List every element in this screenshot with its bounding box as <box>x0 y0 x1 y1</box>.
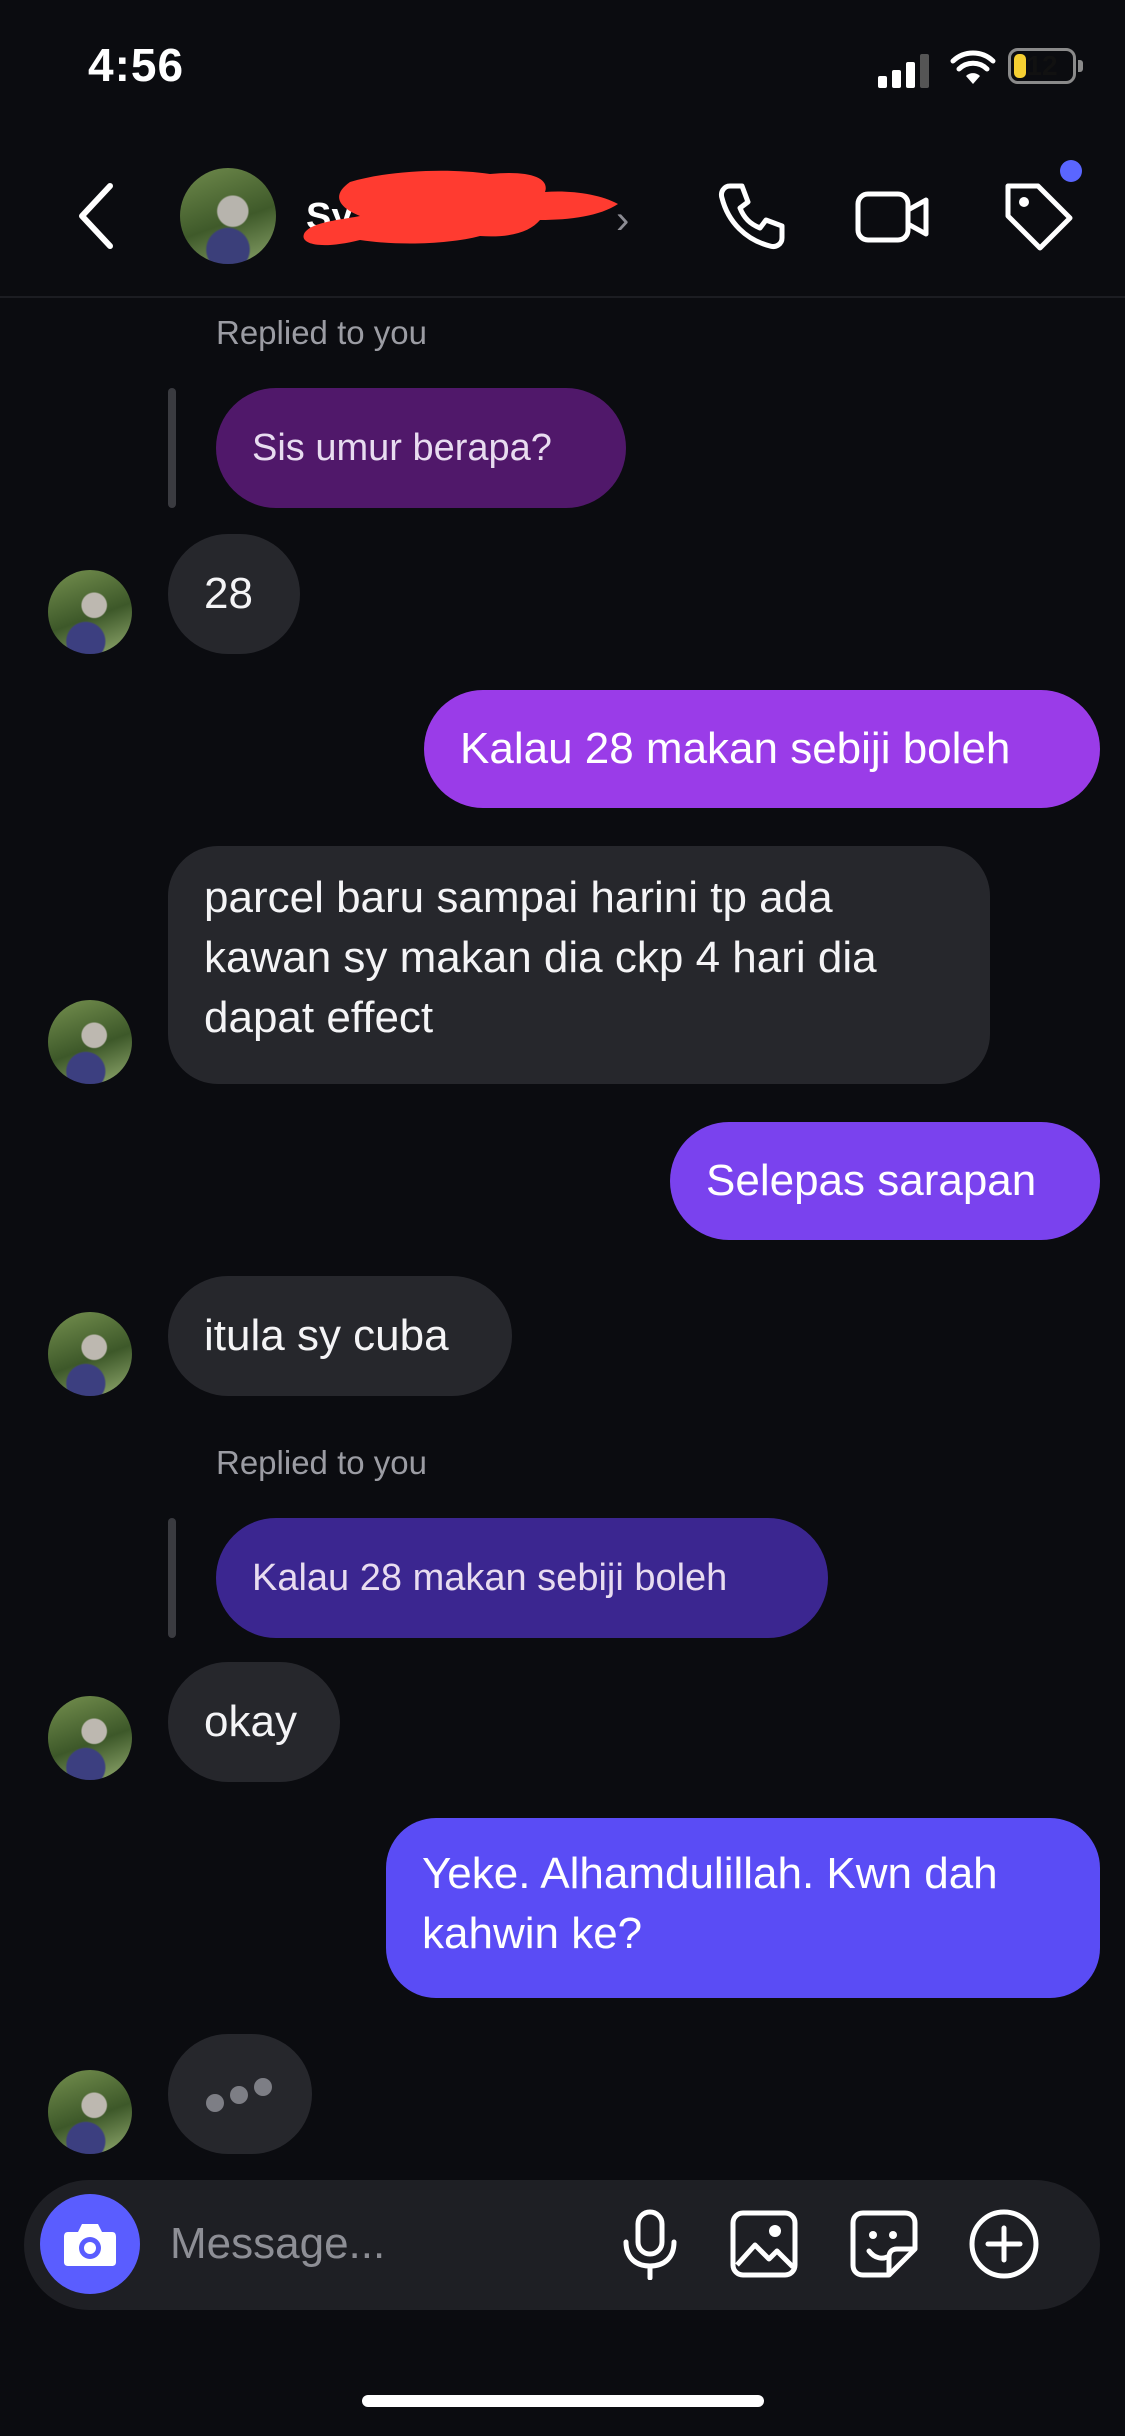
reply-bar <box>168 388 176 508</box>
contact-avatar[interactable] <box>180 168 276 264</box>
battery-icon: 12 <box>1008 48 1076 84</box>
microphone-icon[interactable] <box>610 2204 690 2284</box>
replied-label: Replied to you <box>216 314 427 351</box>
home-indicator[interactable] <box>362 2395 764 2407</box>
notification-dot <box>1060 160 1082 182</box>
wifi-icon <box>950 50 996 84</box>
replied-label: Replied to you <box>216 1444 427 1481</box>
message-input[interactable] <box>168 2208 592 2280</box>
video-camera-icon[interactable] <box>852 176 932 256</box>
quoted-message-bubble[interactable]: Sis umur berapa? <box>216 388 626 508</box>
sticker-icon[interactable] <box>844 2204 924 2284</box>
camera-button[interactable] <box>40 2194 140 2294</box>
gallery-icon[interactable] <box>724 2204 804 2284</box>
battery-level: 12 <box>1026 50 1058 81</box>
sender-avatar[interactable] <box>48 570 132 654</box>
incoming-message-bubble[interactable]: 28 <box>168 534 300 654</box>
typing-indicator <box>168 2034 312 2154</box>
tag-icon[interactable] <box>998 176 1078 256</box>
quoted-message-bubble[interactable]: Kalau 28 makan sebiji boleh <box>216 1518 828 1638</box>
outgoing-message-bubble[interactable]: Yeke. Alhamdulillah. Kwn dah kahwin ke? <box>386 1818 1100 1998</box>
cellular-signal-icon <box>878 52 934 88</box>
battery-nub <box>1078 60 1083 72</box>
sender-avatar[interactable] <box>48 1000 132 1084</box>
outgoing-message-bubble[interactable]: Selepas sarapan <box>670 1122 1100 1240</box>
header-divider <box>0 296 1125 298</box>
incoming-message-bubble[interactable]: parcel baru sampai harini tp ada kawan s… <box>168 846 990 1084</box>
plus-circle-icon[interactable] <box>964 2204 1044 2284</box>
redaction-scribble <box>303 170 618 246</box>
reply-bar <box>168 1518 176 1638</box>
sender-avatar[interactable] <box>48 1696 132 1780</box>
phone-icon[interactable] <box>710 176 790 256</box>
incoming-message-bubble[interactable]: okay <box>168 1662 340 1782</box>
status-time: 4:56 <box>88 39 185 91</box>
name-chevron-icon[interactable]: › <box>616 198 629 243</box>
camera-icon <box>64 2224 116 2266</box>
incoming-message-bubble[interactable]: itula sy cuba <box>168 1276 512 1396</box>
sender-avatar[interactable] <box>48 1312 132 1396</box>
sender-avatar[interactable] <box>48 2070 132 2154</box>
outgoing-message-bubble[interactable]: Kalau 28 makan sebiji boleh <box>424 690 1100 808</box>
back-chevron-icon[interactable] <box>72 180 122 252</box>
